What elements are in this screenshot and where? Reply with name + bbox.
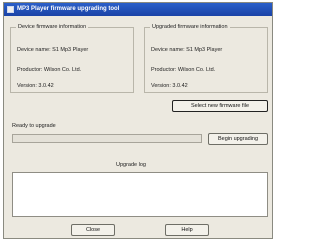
upgraded-firmware-group: Upgraded firmware information Device nam… <box>144 24 268 93</box>
upgraded-firmware-legend: Upgraded firmware information <box>150 24 230 30</box>
device-name-text: Device name: S1 Mp3 Player <box>17 47 89 53</box>
upgrade-log-label: Upgrade log <box>116 162 146 168</box>
upgraded-version-text: Version: 3.0.42 <box>151 83 188 89</box>
app-icon <box>7 6 14 13</box>
close-button[interactable]: Close <box>71 224 115 236</box>
device-productor-text: Productor: Wilson Co. Ltd. <box>17 67 82 73</box>
upgrade-log-textarea[interactable] <box>12 172 268 217</box>
ready-status-text: Ready to upgrade <box>12 123 56 129</box>
select-firmware-button[interactable]: Select new firmware file <box>172 100 268 112</box>
upgraded-device-name-text: Device name: S1 Mp3 Player <box>151 47 223 53</box>
device-firmware-group: Device firmware information Device name:… <box>10 24 134 93</box>
device-version-text: Version: 3.0.42 <box>17 83 54 89</box>
device-firmware-legend: Device firmware information <box>16 24 89 30</box>
firmware-tool-window: MP3 Player firmware upgrading tool Devic… <box>3 2 273 239</box>
upgraded-productor-text: Productor: Wilson Co. Ltd. <box>151 67 216 73</box>
begin-upgrading-button[interactable]: Begin upgrading <box>208 133 268 145</box>
help-button[interactable]: Help <box>165 224 209 236</box>
upgrade-progress-bar <box>12 134 202 143</box>
window-title: MP3 Player firmware upgrading tool <box>17 6 120 12</box>
title-bar[interactable]: MP3 Player firmware upgrading tool <box>4 3 272 16</box>
